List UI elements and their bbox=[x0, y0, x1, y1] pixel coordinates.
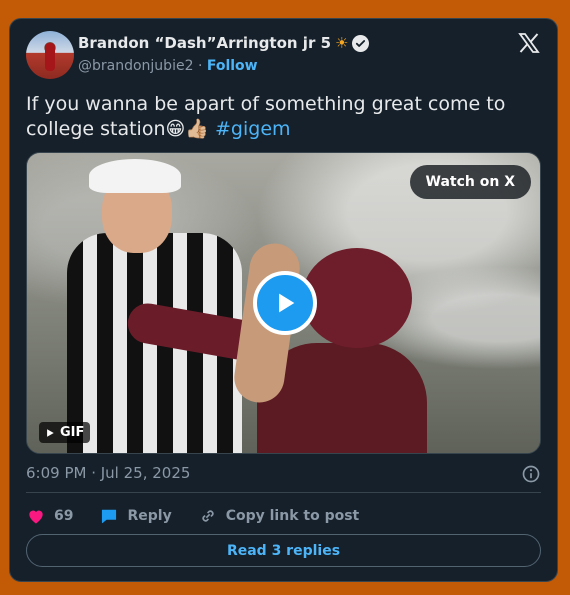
hashtag-link[interactable]: #gigem bbox=[215, 118, 291, 140]
reply-bubble-icon bbox=[102, 509, 117, 524]
author-handle-line: @brandonjubie2 · Follow bbox=[78, 58, 258, 74]
follow-button[interactable]: Follow bbox=[207, 58, 258, 74]
verified-badge-icon bbox=[352, 34, 370, 52]
gif-badge: GIF bbox=[39, 422, 91, 443]
author-display-name[interactable]: Brandon “Dash”Arrington jr 5 bbox=[78, 34, 331, 52]
author-name-line[interactable]: Brandon “Dash”Arrington jr 5 ☀ bbox=[78, 34, 370, 52]
play-button[interactable] bbox=[253, 271, 317, 335]
gif-label: GIF bbox=[60, 425, 85, 440]
separator-dot: · bbox=[197, 58, 203, 74]
avatar[interactable] bbox=[26, 31, 74, 79]
tweet-text: If you wanna be apart of something great… bbox=[26, 92, 546, 142]
action-bar: 69 Reply Copy link to post bbox=[26, 504, 385, 528]
video-player[interactable]: Watch on X GIF bbox=[26, 152, 541, 454]
author-handle[interactable]: @brandonjubie2 bbox=[78, 58, 193, 74]
copy-link-button[interactable]: Copy link to post bbox=[198, 506, 360, 526]
small-play-icon bbox=[47, 428, 54, 437]
tweet-header: Brandon “Dash”Arrington jr 5 ☀ @brandonj… bbox=[26, 31, 541, 81]
copy-link-label: Copy link to post bbox=[225, 508, 360, 524]
read-replies-button[interactable]: Read 3 replies bbox=[26, 534, 541, 567]
tweet-emojis: 😁👍🏼 bbox=[165, 118, 209, 140]
referee-cap bbox=[89, 159, 181, 193]
x-logo-icon[interactable] bbox=[517, 31, 541, 55]
player-helmet bbox=[302, 248, 412, 348]
tweet-card: Brandon “Dash”Arrington jr 5 ☀ @brandonj… bbox=[9, 18, 558, 582]
like-count: 69 bbox=[54, 508, 74, 524]
link-icon bbox=[202, 510, 214, 522]
play-icon bbox=[279, 293, 295, 313]
tweet-timestamp[interactable]: 6:09 PM · Jul 25, 2025 bbox=[26, 464, 190, 482]
info-icon[interactable] bbox=[521, 464, 541, 484]
heart-icon bbox=[29, 510, 43, 524]
sun-emoji: ☀ bbox=[335, 34, 349, 52]
reply-button[interactable]: Reply bbox=[99, 506, 172, 526]
like-button[interactable]: 69 bbox=[26, 506, 73, 526]
divider bbox=[26, 492, 541, 493]
reply-label: Reply bbox=[127, 508, 172, 524]
watch-on-x-button[interactable]: Watch on X bbox=[409, 165, 531, 199]
